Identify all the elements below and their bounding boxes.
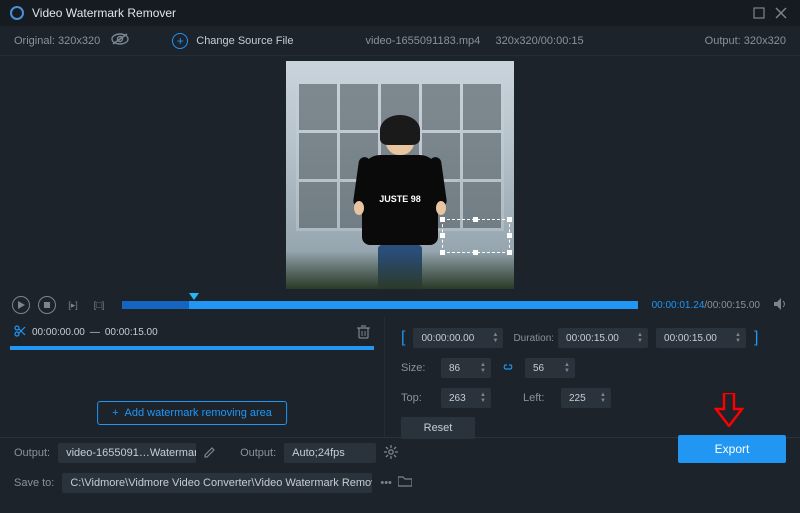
top-input[interactable]: 263▲▼ <box>441 388 491 408</box>
titlebar: Video Watermark Remover <box>0 0 800 26</box>
minimize-button[interactable] <box>748 2 770 24</box>
link-icon[interactable] <box>501 362 515 375</box>
left-input[interactable]: 225▲▼ <box>561 388 611 408</box>
duration-label: Duration: <box>513 333 554 344</box>
volume-icon[interactable] <box>774 298 788 313</box>
timecode: 00:00:01.24/00:00:15.00 <box>652 300 760 311</box>
stop-button[interactable] <box>38 296 56 314</box>
callout-arrow-icon <box>714 393 744 430</box>
close-button[interactable] <box>770 2 792 24</box>
open-folder-button[interactable] <box>398 476 412 490</box>
preview-area: JUSTE 98 <box>0 56 800 293</box>
duration-input[interactable]: 00:00:15.00▲▼ <box>558 328 648 348</box>
plus-circle-icon: + <box>172 33 188 49</box>
range-start: 00:00:00.00 <box>32 327 85 338</box>
original-label: Original: 320x320 <box>14 35 100 47</box>
reset-button[interactable]: Reset <box>401 417 475 439</box>
bracket-end-icon[interactable]: ] <box>754 329 758 347</box>
file-info: video-1655091183.mp4 320x320/00:00:15 <box>365 35 583 47</box>
segments-panel: 00:00:00.00 — 00:00:15.00 + Add watermar… <box>0 317 385 437</box>
cut-icon[interactable] <box>14 325 26 340</box>
watermark-selection[interactable] <box>442 219 510 253</box>
end-time-input[interactable]: 00:00:15.00▲▼ <box>656 328 746 348</box>
playback-bar: [▸] [□] 00:00:01.24/00:00:15.00 <box>0 293 800 317</box>
timeline[interactable] <box>122 298 638 312</box>
visibility-toggle-icon[interactable] <box>110 32 130 49</box>
bracket-start-icon[interactable]: [ <box>401 329 405 347</box>
output-dimensions: Output: 320x320 <box>705 35 786 47</box>
change-source-button[interactable]: + Change Source File <box>172 33 293 49</box>
export-button[interactable]: Export <box>678 435 786 463</box>
output-file-label: Output: <box>14 447 50 459</box>
save-to-label: Save to: <box>14 477 54 489</box>
output-format-label: Output: <box>240 447 276 459</box>
bottom-bar: Output: video-1655091…Watermark.mp4 Outp… <box>0 437 800 498</box>
output-filename-field[interactable]: video-1655091…Watermark.mp4 <box>58 443 196 463</box>
mark-out-button[interactable]: [□] <box>90 296 108 314</box>
delete-segment-button[interactable] <box>357 325 370 342</box>
change-source-label: Change Source File <box>196 35 293 47</box>
add-watermark-area-button[interactable]: + Add watermark removing area <box>97 401 287 425</box>
settings-button[interactable] <box>384 445 398 462</box>
edit-filename-button[interactable] <box>204 446 216 461</box>
app-logo-icon <box>10 6 24 20</box>
range-end: 00:00:15.00 <box>105 327 158 338</box>
save-path-field[interactable]: C:\Vidmore\Vidmore Video Converter\Video… <box>62 473 372 493</box>
output-format-field[interactable]: Auto;24fps <box>284 443 376 463</box>
playhead-icon[interactable] <box>189 293 199 300</box>
plus-icon: + <box>112 407 118 419</box>
header-row: Original: 320x320 + Change Source File v… <box>0 26 800 56</box>
start-time-input[interactable]: 00:00:00.00▲▼ <box>413 328 503 348</box>
video-canvas[interactable]: JUSTE 98 <box>286 61 514 289</box>
app-title: Video Watermark Remover <box>32 6 176 20</box>
browse-button[interactable]: ••• <box>380 477 392 489</box>
size-height-input[interactable]: 56▲▼ <box>525 358 575 378</box>
mark-in-button[interactable]: [▸] <box>64 296 82 314</box>
play-button[interactable] <box>12 296 30 314</box>
top-label: Top: <box>401 392 433 404</box>
size-label: Size: <box>401 362 433 374</box>
segment-range-bar[interactable] <box>10 346 374 350</box>
size-width-input[interactable]: 86▲▼ <box>441 358 491 378</box>
left-label: Left: <box>523 392 553 404</box>
